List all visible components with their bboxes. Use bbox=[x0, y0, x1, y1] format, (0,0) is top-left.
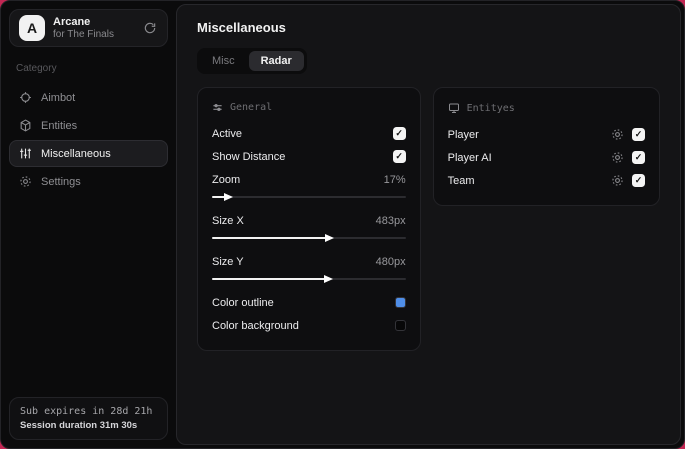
sidebar-item-label: Settings bbox=[41, 175, 81, 188]
slider-thumb[interactable] bbox=[324, 275, 334, 283]
setting-label: Color background bbox=[212, 319, 299, 332]
general-card: General Active ✓ Show Distance ✓ Zoom 17… bbox=[197, 87, 421, 351]
setting-label: Zoom bbox=[212, 173, 241, 186]
entity-label: Player AI bbox=[447, 151, 492, 164]
entity-row-player-ai: Player AI ✓ bbox=[448, 146, 645, 169]
general-card-header: General bbox=[212, 102, 406, 113]
tab-bar: Misc Radar bbox=[197, 48, 307, 74]
setting-row-color-outline: Color outline bbox=[212, 291, 406, 314]
zoom-slider[interactable] bbox=[212, 192, 406, 202]
color-outline-swatch[interactable] bbox=[394, 297, 406, 308]
team-checkbox[interactable]: ✓ bbox=[632, 174, 645, 187]
sidebar: A Arcane for The Finals Category Aimbot bbox=[1, 1, 176, 448]
sidebar-item-label: Entities bbox=[41, 119, 78, 132]
entity-row-team: Team ✓ bbox=[448, 169, 645, 192]
app-logo: A bbox=[19, 15, 45, 41]
cube-icon bbox=[19, 119, 32, 132]
sidebar-item-settings[interactable]: Settings bbox=[9, 168, 168, 195]
size-x-slider[interactable] bbox=[212, 233, 406, 243]
cards-row: General Active ✓ Show Distance ✓ Zoom 17… bbox=[197, 87, 660, 351]
subscription-card: Sub expires in 28d 21h Session duration … bbox=[9, 397, 168, 440]
size-y-slider[interactable] bbox=[212, 274, 406, 284]
sliders-icon bbox=[212, 102, 223, 113]
entities-card-header: Entityes bbox=[448, 102, 645, 114]
page-title: Miscellaneous bbox=[197, 20, 286, 35]
slider-thumb[interactable] bbox=[224, 193, 234, 201]
slider-track bbox=[212, 196, 406, 198]
gear-icon[interactable] bbox=[611, 174, 624, 187]
slider-fill bbox=[212, 278, 329, 280]
setting-row-active: Active ✓ bbox=[212, 122, 406, 145]
entities-card: Entityes Player ✓ Player AI ✓ Team ✓ bbox=[432, 87, 660, 206]
sub-expiry-text: Sub expires in 28d 21h bbox=[20, 406, 153, 417]
entity-label: Team bbox=[447, 174, 475, 187]
player-checkbox[interactable]: ✓ bbox=[632, 128, 645, 141]
app-window: A Arcane for The Finals Category Aimbot bbox=[0, 0, 685, 449]
size-y-value: 480px bbox=[375, 255, 406, 268]
setting-row-size-y: Size Y 480px bbox=[212, 250, 406, 273]
sidebar-item-miscellaneous[interactable]: Miscellaneous bbox=[9, 140, 168, 167]
sidebar-item-label: Miscellaneous bbox=[41, 147, 111, 160]
gear-icon bbox=[19, 175, 32, 188]
size-x-value: 483px bbox=[375, 214, 406, 227]
sidebar-item-entities[interactable]: Entities bbox=[9, 112, 168, 139]
gear-icon[interactable] bbox=[611, 128, 624, 141]
sidebar-item-label: Aimbot bbox=[41, 91, 76, 104]
tab-radar[interactable]: Radar bbox=[248, 51, 304, 71]
active-checkbox[interactable]: ✓ bbox=[392, 127, 406, 140]
setting-label: Color outline bbox=[212, 296, 274, 309]
entities-header-label: Entityes bbox=[466, 102, 515, 114]
session-duration-text: Session duration 31m 30s bbox=[20, 420, 138, 431]
general-header-label: General bbox=[230, 102, 273, 113]
entity-label: Player bbox=[447, 128, 479, 141]
slider-thumb[interactable] bbox=[324, 234, 334, 242]
app-title: Arcane bbox=[53, 15, 91, 28]
player-ai-checkbox[interactable]: ✓ bbox=[632, 151, 645, 164]
setting-label: Size Y bbox=[212, 255, 244, 268]
crosshair-icon bbox=[19, 91, 32, 104]
setting-row-zoom: Zoom 17% bbox=[212, 168, 406, 191]
app-subtitle: for The Finals bbox=[53, 28, 114, 40]
brand-card: A Arcane for The Finals bbox=[9, 9, 168, 47]
category-label: Category bbox=[16, 63, 57, 74]
main-panel: Miscellaneous Misc Radar General Active … bbox=[176, 4, 681, 445]
setting-row-show-distance: Show Distance ✓ bbox=[212, 145, 406, 168]
brand-text: Arcane for The Finals bbox=[53, 16, 134, 40]
color-background-swatch[interactable] bbox=[394, 320, 406, 331]
setting-row-color-background: Color background bbox=[212, 314, 406, 337]
slider-fill bbox=[212, 237, 329, 239]
gear-icon[interactable] bbox=[611, 151, 624, 164]
sidebar-item-aimbot[interactable]: Aimbot bbox=[9, 84, 168, 111]
refresh-icon[interactable] bbox=[142, 20, 158, 36]
monitor-icon bbox=[448, 102, 460, 114]
setting-row-size-x: Size X 483px bbox=[212, 209, 406, 232]
setting-label: Active bbox=[212, 127, 242, 140]
sliders-icon bbox=[19, 147, 32, 160]
setting-label: Show Distance bbox=[212, 150, 286, 163]
show-distance-checkbox[interactable]: ✓ bbox=[392, 150, 406, 163]
setting-label: Size X bbox=[212, 214, 244, 227]
zoom-value: 17% bbox=[383, 173, 406, 186]
tab-misc[interactable]: Misc bbox=[200, 51, 247, 71]
desktop-background: { "glyphs": { "check": "✓" }, "app": { "… bbox=[0, 0, 685, 449]
entity-row-player: Player ✓ bbox=[448, 123, 645, 146]
